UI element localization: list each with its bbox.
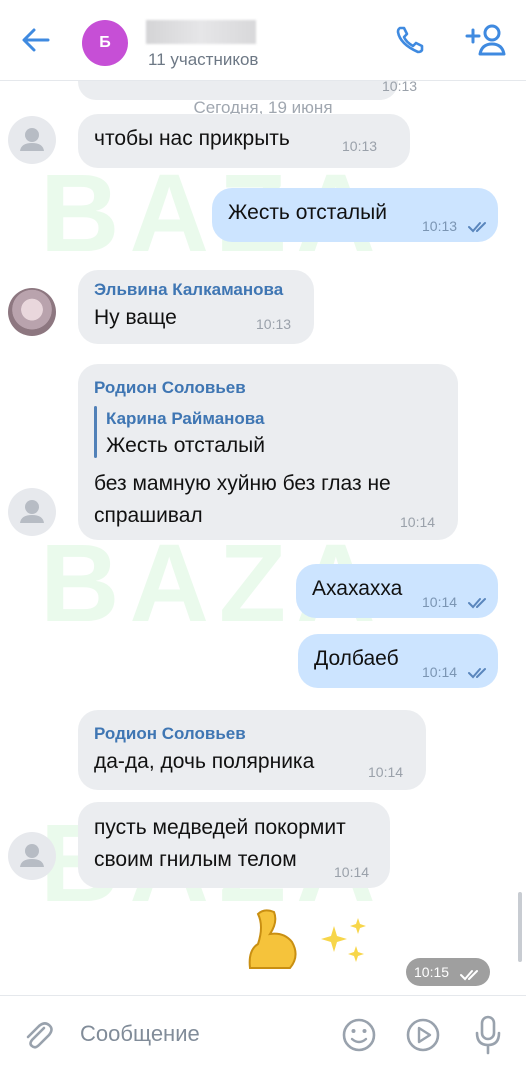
message-text: спрашивал xyxy=(94,504,203,527)
reply-quote-bar xyxy=(94,406,97,458)
message-composer: Сообщение xyxy=(0,995,526,1081)
user-placeholder-icon xyxy=(20,844,44,867)
message-bubble[interactable]: чтобы нас прикрыть 10:13 xyxy=(78,114,410,168)
group-title-blurred[interactable] xyxy=(146,20,256,44)
group-avatar[interactable]: Б xyxy=(82,20,128,66)
read-checkmarks-icon xyxy=(468,668,486,679)
read-checkmarks-icon xyxy=(460,970,478,981)
reply-author[interactable]: Карина Райманова xyxy=(106,409,264,429)
avatar-elvina[interactable] xyxy=(8,288,56,336)
back-button[interactable] xyxy=(18,22,54,58)
participants-count: 11 участников xyxy=(148,50,259,69)
outgoing-message-bubble[interactable]: Ахахахха 10:14 xyxy=(296,564,498,618)
read-checkmarks-icon xyxy=(468,222,486,233)
reply-text[interactable]: Жесть отсталый xyxy=(106,434,265,458)
avatar[interactable] xyxy=(8,116,56,164)
chat-header: Б 11 участников xyxy=(0,0,526,81)
message-input[interactable]: Сообщение xyxy=(80,1021,200,1047)
message-text: Ну ваще xyxy=(94,306,177,329)
sender-name[interactable]: Эльвина Калкаманова xyxy=(94,280,283,300)
play-circle-icon xyxy=(406,1018,440,1052)
message-text: своим гнилым телом xyxy=(94,848,297,871)
avatar[interactable] xyxy=(8,488,56,536)
message-time: 10:14 xyxy=(368,764,404,780)
previous-message-bubble[interactable] xyxy=(78,80,398,100)
message-time: 10:14 xyxy=(422,664,458,680)
message-time: 10:13 xyxy=(256,316,292,332)
attach-button[interactable] xyxy=(20,1018,56,1054)
add-member-button[interactable] xyxy=(464,20,508,60)
microphone-icon xyxy=(475,1015,501,1055)
message-time: 10:13 xyxy=(342,138,378,154)
message-time: 10:14 xyxy=(422,594,458,610)
message-time: 10:13 xyxy=(382,80,418,94)
arrow-left-icon xyxy=(22,28,50,52)
user-placeholder-icon xyxy=(20,500,44,523)
message-text: пусть медведей покормит xyxy=(94,816,346,839)
message-time: 10:14 xyxy=(334,864,370,880)
paperclip-icon xyxy=(26,1022,53,1049)
message-bubble[interactable]: Эльвина Калкаманова Ну ваще 10:13 xyxy=(78,270,314,344)
flexed-biceps-sparkles-icon xyxy=(248,909,366,969)
avatar[interactable] xyxy=(8,832,56,880)
read-checkmarks-icon xyxy=(468,598,486,609)
message-bubble[interactable]: Родион Соловьев Карина Райманова Жесть о… xyxy=(78,364,458,540)
phone-icon xyxy=(396,26,424,54)
emoji-button[interactable] xyxy=(340,1016,378,1054)
scrollbar[interactable] xyxy=(518,892,522,962)
message-text: чтобы нас прикрыть xyxy=(94,127,290,150)
user-placeholder-icon xyxy=(20,128,44,151)
sender-name[interactable]: Родион Соловьев xyxy=(94,378,246,398)
message-text: Жесть отсталый xyxy=(228,201,387,224)
message-text: без мамную хуйню без глаз не xyxy=(94,472,391,495)
outgoing-message-bubble[interactable]: Жесть отсталый 10:13 xyxy=(212,188,498,242)
video-message-button[interactable] xyxy=(404,1016,442,1054)
message-time: 10:13 xyxy=(422,218,458,234)
sticker-message[interactable] xyxy=(244,906,384,976)
sender-name[interactable]: Родион Соловьев xyxy=(94,724,246,744)
outgoing-message-bubble[interactable]: Долбаеб 10:14 xyxy=(298,634,498,688)
message-time: 10:14 xyxy=(400,514,436,530)
message-time: 10:15 xyxy=(414,964,450,980)
message-text: Ахахахха xyxy=(312,577,403,600)
message-bubble[interactable]: Родион Соловьев да-да, дочь полярника 10… xyxy=(78,710,426,790)
smiley-icon xyxy=(342,1018,376,1052)
message-text: Долбаеб xyxy=(314,647,399,670)
voice-message-button[interactable] xyxy=(472,1014,504,1056)
message-bubble[interactable]: пусть медведей покормит своим гнилым тел… xyxy=(78,802,390,888)
message-text: да-да, дочь полярника xyxy=(94,750,315,773)
message-list[interactable]: BAZA BAZA BAZA 10:13 Сегодня, 19 июня чт… xyxy=(0,80,526,995)
add-user-icon xyxy=(465,24,506,56)
call-button[interactable] xyxy=(392,22,428,58)
